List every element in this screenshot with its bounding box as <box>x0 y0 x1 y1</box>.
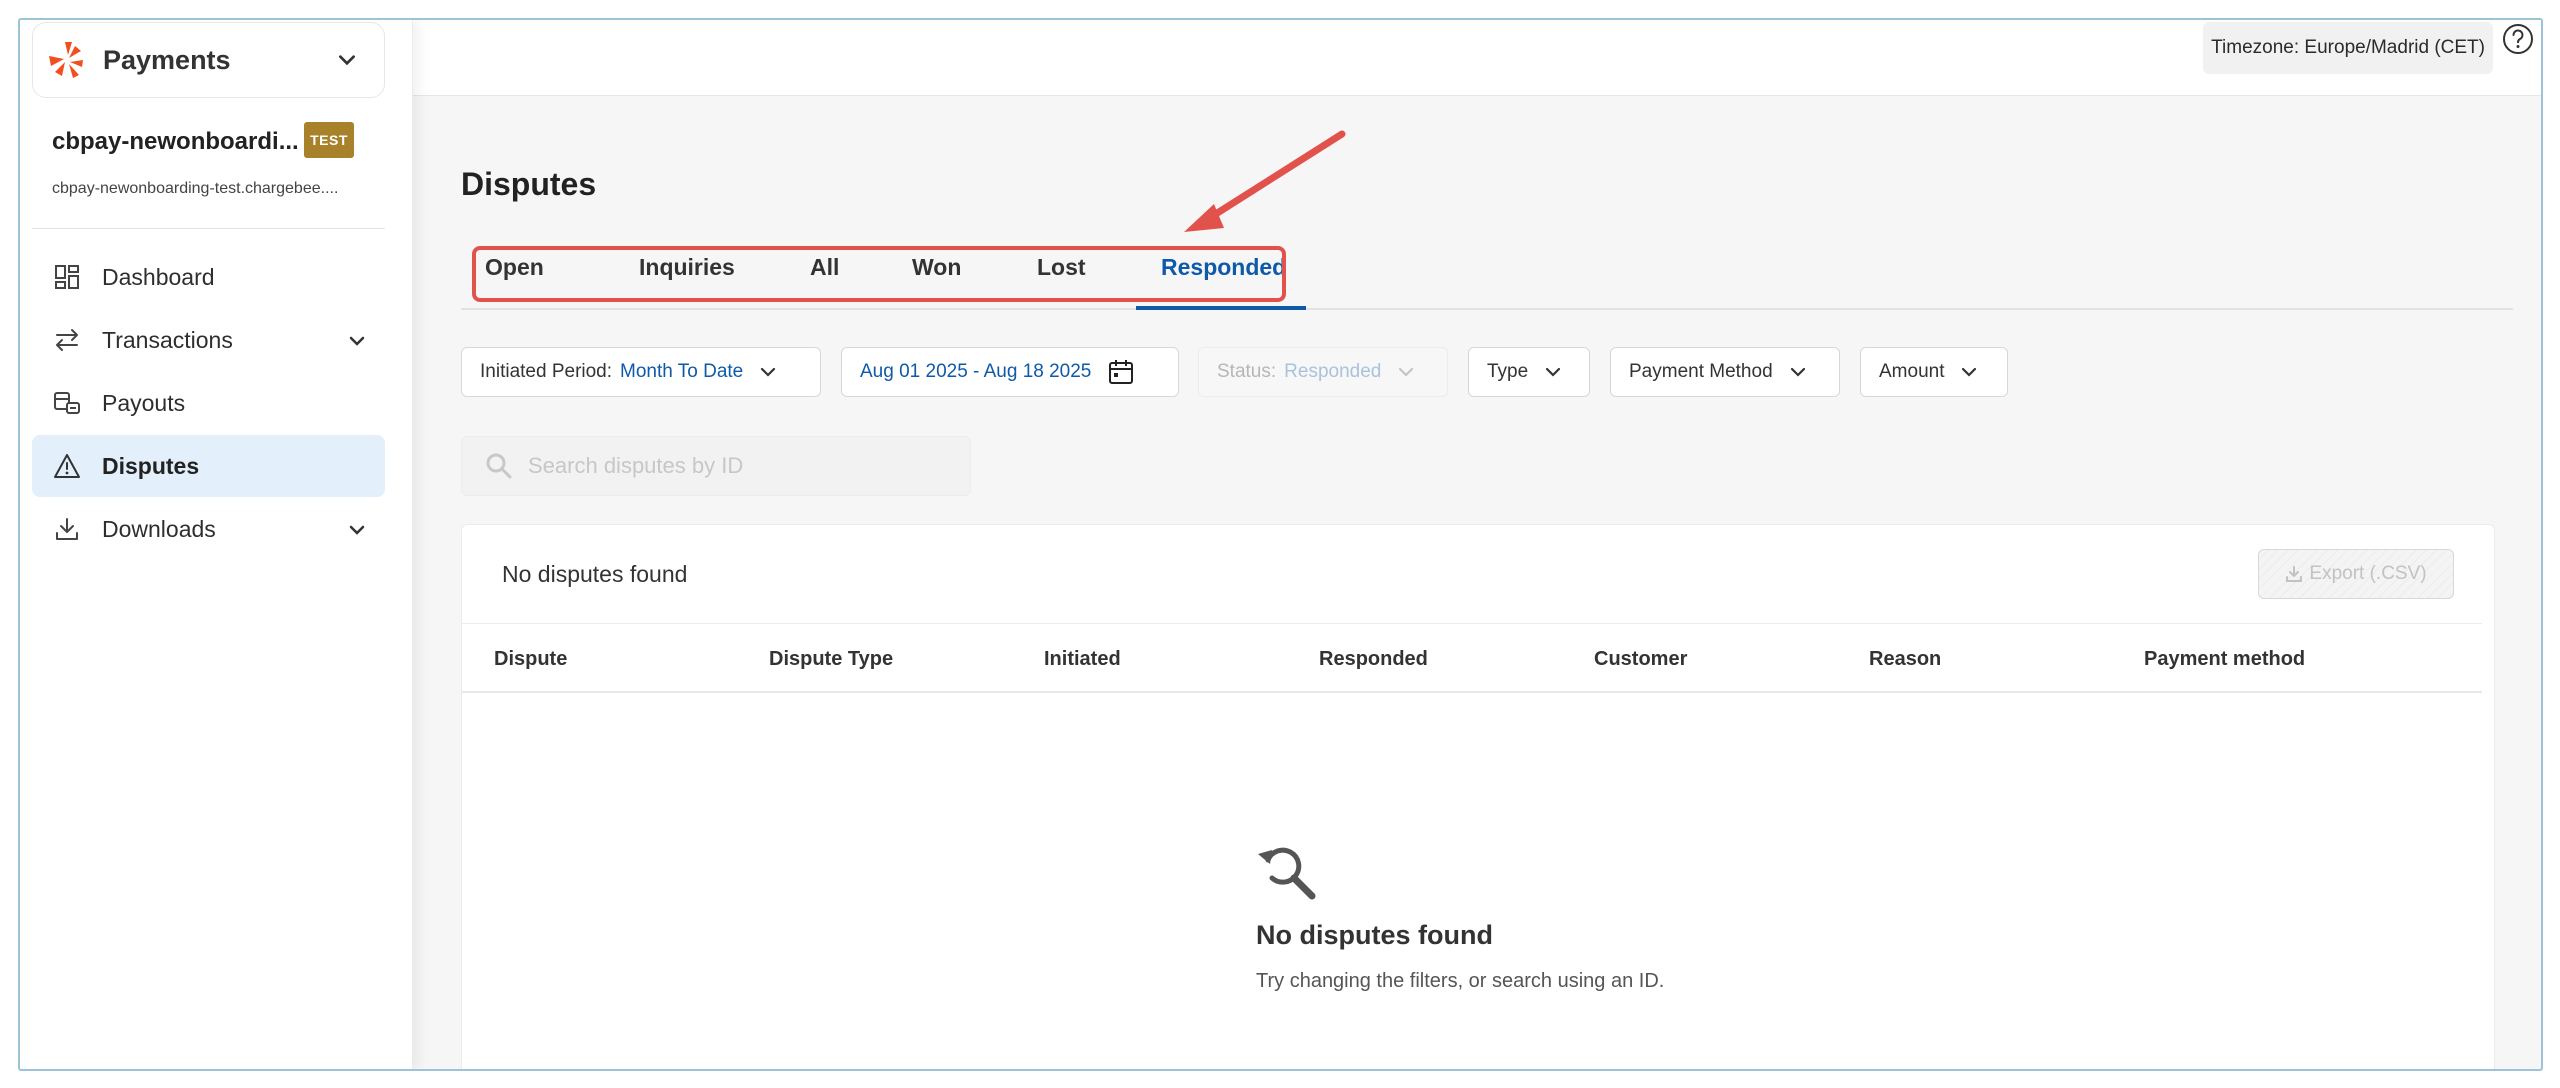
column-header-reason[interactable]: Reason <box>1869 648 1941 671</box>
help-icon[interactable] <box>2501 22 2535 56</box>
tab-responded[interactable]: Responded <box>1161 254 1286 281</box>
dashboard-icon <box>52 262 82 292</box>
dispute-tabs: Open Inquiries All Won Lost Responded <box>461 242 2513 310</box>
results-summary: No disputes found <box>502 561 688 587</box>
app-window: Payments cbpay-newonboardi... TEST cbpay… <box>18 18 2543 1071</box>
column-header-dispute-type[interactable]: Dispute Type <box>769 648 893 671</box>
chevron-down-icon <box>349 336 365 346</box>
date-range-picker[interactable]: Aug 01 2025 - Aug 18 2025 <box>841 347 1179 397</box>
date-range-value: Aug 01 2025 - Aug 18 2025 <box>860 361 1092 382</box>
sidebar-item-transactions[interactable]: Transactions <box>32 309 385 371</box>
active-tab-indicator <box>1136 306 1306 310</box>
payment-method-filter[interactable]: Payment Method <box>1610 347 1840 397</box>
sidebar-nav: Dashboard Transactions Payouts Disputes … <box>32 246 385 561</box>
filter-value: Responded <box>1284 361 1382 382</box>
chevron-down-icon <box>761 367 776 377</box>
search-box <box>461 436 971 496</box>
empty-state-title: No disputes found <box>1256 920 1493 950</box>
download-icon <box>52 514 82 544</box>
amount-filter[interactable]: Amount <box>1860 347 2008 397</box>
filter-label: Amount <box>1879 361 1945 382</box>
table-header: Dispute Dispute Type Initiated Responded… <box>462 623 2482 693</box>
sidebar-item-disputes[interactable]: Disputes <box>32 435 385 497</box>
chevron-down-icon <box>1790 367 1805 377</box>
initiated-period-filter[interactable]: Initiated Period: Month To Date <box>461 347 821 397</box>
export-label: Export (.CSV) <box>2309 563 2427 584</box>
chevron-down-icon <box>339 55 355 66</box>
tab-inquiries[interactable]: Inquiries <box>639 254 735 281</box>
payouts-icon <box>52 388 82 418</box>
download-icon <box>2286 566 2303 582</box>
chevron-down-icon <box>1399 367 1414 377</box>
export-csv-button: Export (.CSV) <box>2258 549 2454 599</box>
app-switcher[interactable]: Payments <box>32 22 385 98</box>
annotation-arrow <box>1184 130 1346 232</box>
chevron-down-icon <box>1962 367 1977 377</box>
tab-open[interactable]: Open <box>485 254 544 281</box>
transactions-icon <box>52 325 82 355</box>
tab-all[interactable]: All <box>810 254 839 281</box>
chargebee-logo-icon <box>49 42 83 78</box>
sidebar-item-downloads[interactable]: Downloads <box>32 498 385 560</box>
filter-value: Month To Date <box>620 361 744 382</box>
search-icon <box>486 453 512 479</box>
type-filter[interactable]: Type <box>1468 347 1590 397</box>
filter-label: Status: <box>1217 361 1277 382</box>
empty-state-subtitle: Try changing the filters, or search usin… <box>1256 970 1665 992</box>
filter-label: Initiated Period: <box>480 361 613 382</box>
sidebar-item-label: Downloads <box>102 515 216 542</box>
chevron-down-icon <box>349 525 365 535</box>
sidebar-item-payouts[interactable]: Payouts <box>32 372 385 434</box>
column-header-customer[interactable]: Customer <box>1594 648 1687 671</box>
status-filter: Status: Responded <box>1198 347 1448 397</box>
column-header-responded[interactable]: Responded <box>1319 648 1428 671</box>
sidebar-item-label: Dashboard <box>102 263 215 290</box>
sidebar-divider <box>32 228 385 229</box>
column-header-payment-method[interactable]: Payment method <box>2144 648 2305 671</box>
topbar: Timezone: Europe/Madrid (CET) <box>413 20 2541 96</box>
sidebar-item-label: Payouts <box>102 389 186 416</box>
search-refresh-icon <box>1258 847 1316 900</box>
chevron-down-icon <box>1546 367 1561 377</box>
tab-lost[interactable]: Lost <box>1037 254 1086 281</box>
timezone-selector[interactable]: Timezone: Europe/Madrid (CET) <box>2203 22 2493 74</box>
filter-label: Type <box>1487 361 1529 382</box>
calendar-icon <box>1109 360 1134 384</box>
page-title: Disputes <box>461 166 597 202</box>
tab-won[interactable]: Won <box>912 254 961 281</box>
app-name: Payments <box>103 44 231 75</box>
search-input[interactable] <box>528 453 948 479</box>
sidebar: Payments cbpay-newonboardi... TEST cbpay… <box>20 20 413 1069</box>
sidebar-item-label: Transactions <box>102 326 233 353</box>
test-mode-badge: TEST <box>304 122 354 158</box>
sidebar-item-dashboard[interactable]: Dashboard <box>32 246 385 308</box>
warning-triangle-icon <box>52 451 82 481</box>
sidebar-item-label: Disputes <box>102 452 200 479</box>
filter-label: Payment Method <box>1629 361 1773 382</box>
site-domain: cbpay-newonboarding-test.chargebee.... <box>52 180 339 197</box>
column-header-initiated[interactable]: Initiated <box>1044 648 1121 671</box>
column-header-dispute[interactable]: Dispute <box>494 648 567 671</box>
site-name: cbpay-newonboardi... <box>52 128 299 155</box>
